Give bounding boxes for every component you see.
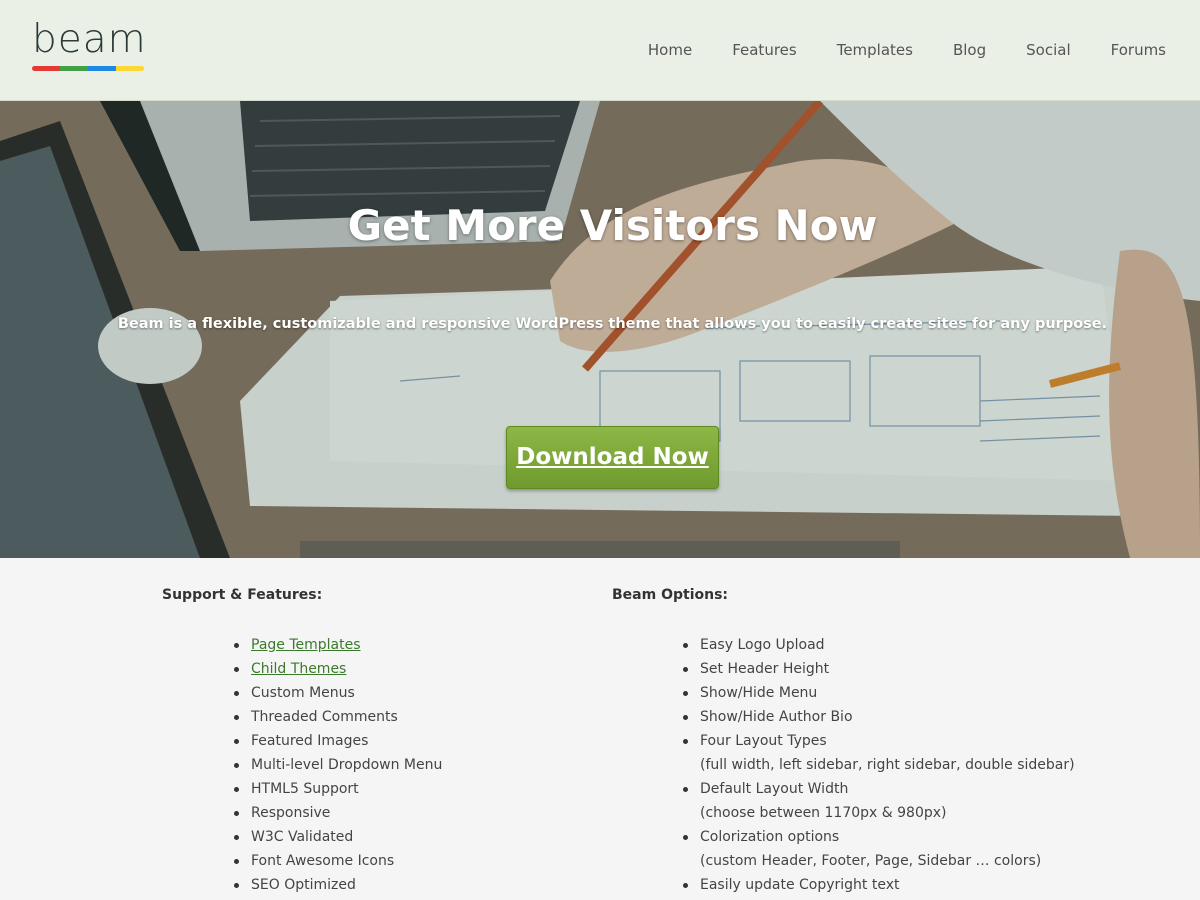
option-item: Colorization options (custom Header, Foot… (681, 825, 1082, 873)
option-label: Default Layout Width (700, 781, 849, 797)
feature-item: SEO Optimized (232, 873, 592, 897)
option-label: Easily update Copyright text (700, 877, 900, 893)
feature-item: Responsive (232, 801, 592, 825)
options-heading: Beam Options: (612, 587, 729, 603)
site-header: beam Home Features Templates Blog Social… (0, 0, 1200, 101)
option-label: Set Header Height (700, 661, 830, 677)
feature-link[interactable]: Page Templates (251, 637, 361, 653)
option-label: Show/Hide Author Bio (700, 709, 853, 725)
logo-bar-red (32, 66, 60, 71)
option-sublabel: (choose between 1170px & 980px) (700, 805, 947, 821)
feature-item: Featured Images (232, 729, 592, 753)
feature-item: Custom Menus (232, 681, 592, 705)
features-column: Support & Features: Page Templates Child … (162, 558, 592, 897)
option-label: Four Layout Types (700, 733, 827, 749)
feature-item: Font Awesome Icons (232, 849, 592, 873)
download-now-button[interactable]: Download Now (506, 426, 719, 489)
option-label: Show/Hide Menu (700, 685, 818, 701)
features-heading: Support & Features: (162, 587, 323, 603)
hero-banner: Get More Visitors Now Beam is a flexible… (0, 101, 1200, 558)
option-item: Four Layout Types (full width, left sideb… (681, 729, 1082, 777)
options-list: Easy Logo Upload Set Header Height Show/Hi… (681, 633, 1082, 897)
option-item: Show/Hide Menu (681, 681, 1082, 705)
option-item: Show/Hide Author Bio (681, 705, 1082, 729)
feature-item: Threaded Comments (232, 705, 592, 729)
option-item: Easily update Copyright text (681, 873, 1082, 897)
nav-home[interactable]: Home (648, 38, 692, 62)
option-item: Set Header Height (681, 657, 1082, 681)
nav-social[interactable]: Social (1026, 38, 1070, 62)
feature-item: W3C Validated (232, 825, 592, 849)
option-sublabel: (full width, left sidebar, right sidebar… (700, 757, 1075, 773)
hero-subtitle: Beam is a flexible, customizable and res… (117, 316, 1108, 332)
option-label: Colorization options (700, 829, 840, 845)
nav-features[interactable]: Features (732, 38, 797, 62)
logo-color-bar (32, 66, 144, 71)
logo-text: beam (32, 17, 147, 62)
logo-bar-green (60, 66, 88, 71)
feature-item: Multi-level Dropdown Menu (232, 753, 592, 777)
option-item: Default Layout Width (choose between 1170… (681, 777, 1082, 825)
option-label: Easy Logo Upload (700, 637, 825, 653)
nav-forums[interactable]: Forums (1111, 38, 1166, 62)
logo-bar-yellow (116, 66, 144, 71)
main-nav: Home Features Templates Blog Social Foru… (608, 38, 1166, 62)
feature-item: Page Templates (232, 633, 592, 657)
features-list: Page Templates Child Themes Custom Menus Th… (232, 633, 592, 897)
feature-link[interactable]: Child Themes (251, 661, 346, 677)
logo-bar-blue (88, 66, 116, 71)
hero-title: Get More Visitors Now (347, 201, 878, 250)
nav-templates[interactable]: Templates (837, 38, 913, 62)
option-sublabel: (custom Header, Footer, Page, Sidebar … … (700, 853, 1042, 869)
nav-blog[interactable]: Blog (953, 38, 986, 62)
option-item: Easy Logo Upload (681, 633, 1082, 657)
site-logo[interactable]: beam (32, 20, 146, 74)
feature-item: HTML5 Support (232, 777, 592, 801)
feature-item: Child Themes (232, 657, 592, 681)
content-area: Support & Features: Page Templates Child … (0, 558, 1200, 900)
options-column: Beam Options: Easy Logo Upload Set Header… (612, 558, 1082, 897)
